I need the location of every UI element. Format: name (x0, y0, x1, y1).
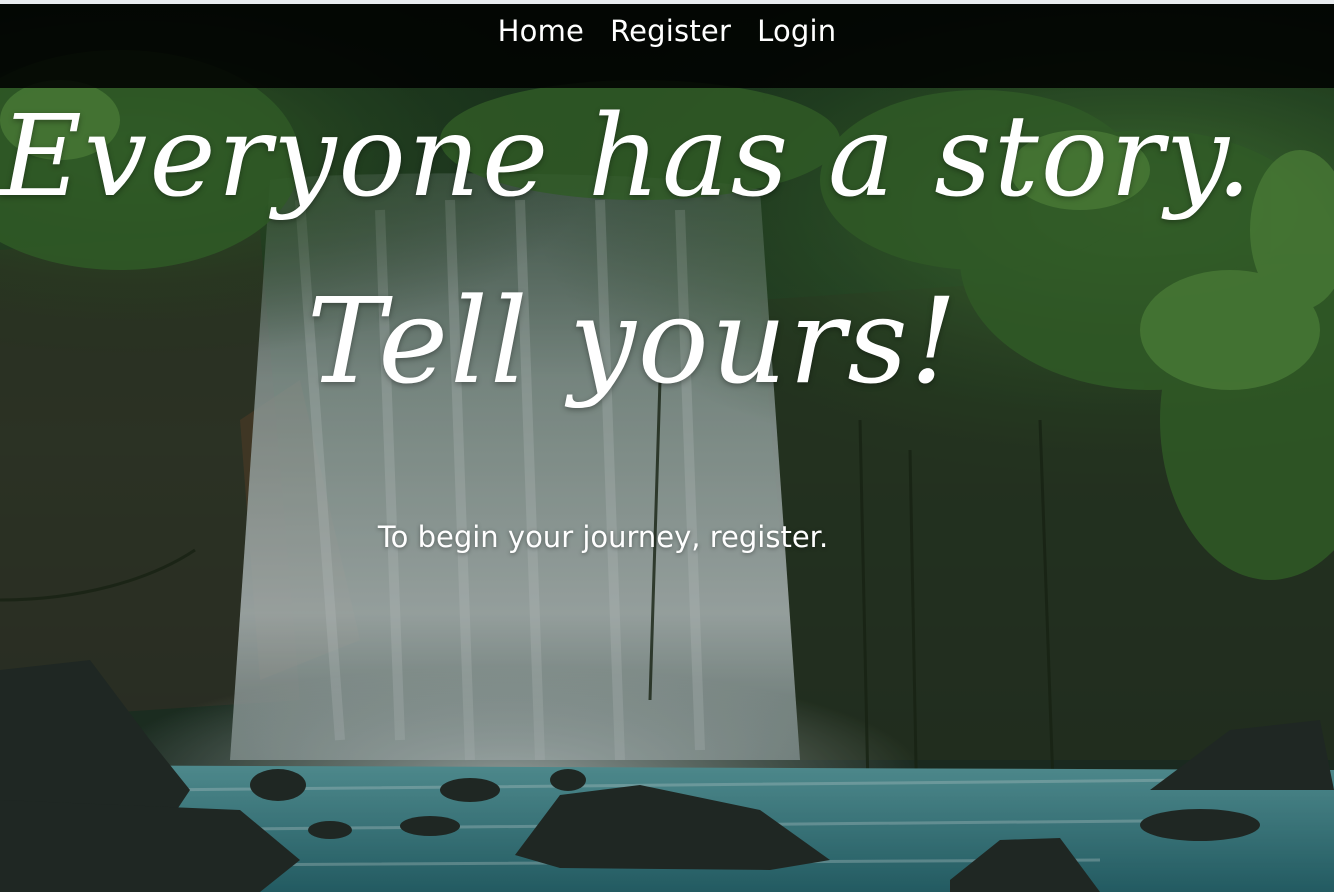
hero-subtitle: To begin your journey, register. (0, 520, 1270, 554)
subtitle-prefix: To begin your journey, (377, 520, 710, 554)
nav-link-login[interactable]: Login (757, 14, 836, 48)
nav-link-register[interactable]: Register (610, 14, 731, 48)
nav-links: Home Register Login (498, 14, 837, 48)
landing-page: Home Register Login Everyone has a story… (0, 0, 1334, 892)
top-navbar: Home Register Login (0, 4, 1334, 88)
register-link[interactable]: register (710, 520, 819, 554)
subtitle-suffix: . (818, 520, 829, 554)
nav-link-home[interactable]: Home (498, 14, 584, 48)
hero-headline-line1: Everyone has a story. (0, 92, 1254, 222)
hero-headline-line2: Tell yours! (306, 272, 960, 410)
